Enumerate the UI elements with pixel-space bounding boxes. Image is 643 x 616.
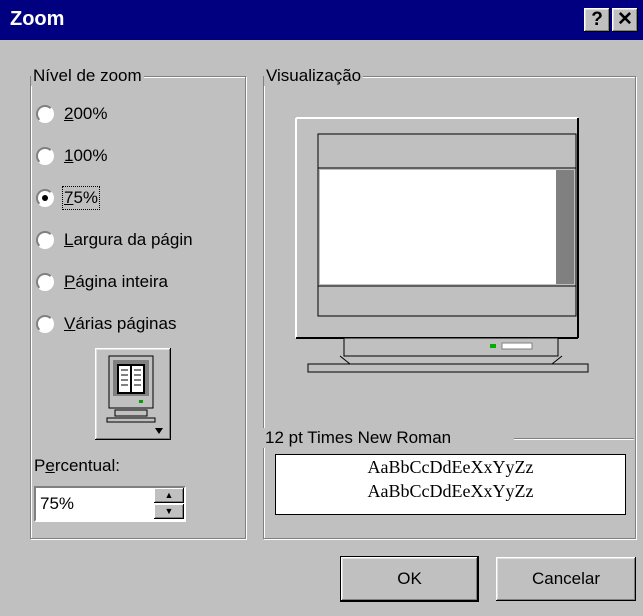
- spin-up-button[interactable]: ▲: [154, 488, 184, 503]
- preview-legend: Visualização: [264, 66, 364, 86]
- radio-100[interactable]: 100%: [36, 144, 108, 168]
- radio-button[interactable]: [36, 105, 54, 123]
- title-bar: Zoom ? ✕: [0, 0, 643, 40]
- arrow-up-icon: ▲: [164, 490, 174, 500]
- monitor-icon: [295, 117, 589, 373]
- multi-page-monitor-icon: [106, 355, 163, 434]
- radio-button[interactable]: [36, 147, 54, 165]
- radio-button[interactable]: [36, 315, 54, 333]
- ok-button[interactable]: OK: [340, 556, 479, 602]
- sample-line-1: AaBbCcDdEeXxYyZz: [367, 457, 534, 477]
- radio-200[interactable]: 200%: [36, 102, 108, 126]
- help-button[interactable]: ?: [584, 8, 610, 32]
- radio-label-100: 100%: [64, 146, 108, 165]
- percent-input[interactable]: [40, 494, 140, 514]
- radio-label-200: 200%: [64, 104, 108, 123]
- font-legend: 12 pt Times New Roman: [263, 428, 454, 448]
- percent-spinner[interactable]: ▲ ▼: [34, 486, 186, 522]
- radio-label-many-pages: Várias páginas: [64, 314, 177, 333]
- radio-button[interactable]: [36, 231, 54, 249]
- radio-button[interactable]: [36, 273, 54, 291]
- sample-line-2: AaBbCcDdEeXxYyZz: [367, 481, 534, 501]
- radio-label-whole-page: Página inteira: [64, 272, 168, 291]
- percent-label: Percentual:: [34, 456, 121, 475]
- zoom-level-legend: Nível de zoom: [31, 66, 144, 86]
- radio-whole-page[interactable]: Página inteira: [36, 270, 168, 294]
- radio-many-pages[interactable]: Várias páginas: [36, 312, 176, 336]
- font-sample-box: AaBbCcDdEeXxYyZz AaBbCcDdEeXxYyZz: [275, 454, 626, 515]
- window-title: Zoom: [10, 8, 65, 30]
- close-button[interactable]: ✕: [612, 8, 638, 32]
- font-legend-divider: [514, 438, 634, 439]
- multi-page-picker-button[interactable]: [95, 348, 171, 440]
- arrow-down-icon: ▼: [164, 506, 174, 516]
- spin-down-button[interactable]: ▼: [154, 504, 184, 519]
- radio-label-page-width: Largura da págin: [64, 230, 193, 249]
- radio-page-width[interactable]: Largura da págin: [36, 228, 193, 252]
- cancel-button[interactable]: Cancelar: [496, 557, 636, 601]
- radio-button-selected[interactable]: [36, 189, 54, 207]
- radio-label-75: 75%: [61, 186, 101, 210]
- radio-75[interactable]: 75%: [36, 186, 101, 210]
